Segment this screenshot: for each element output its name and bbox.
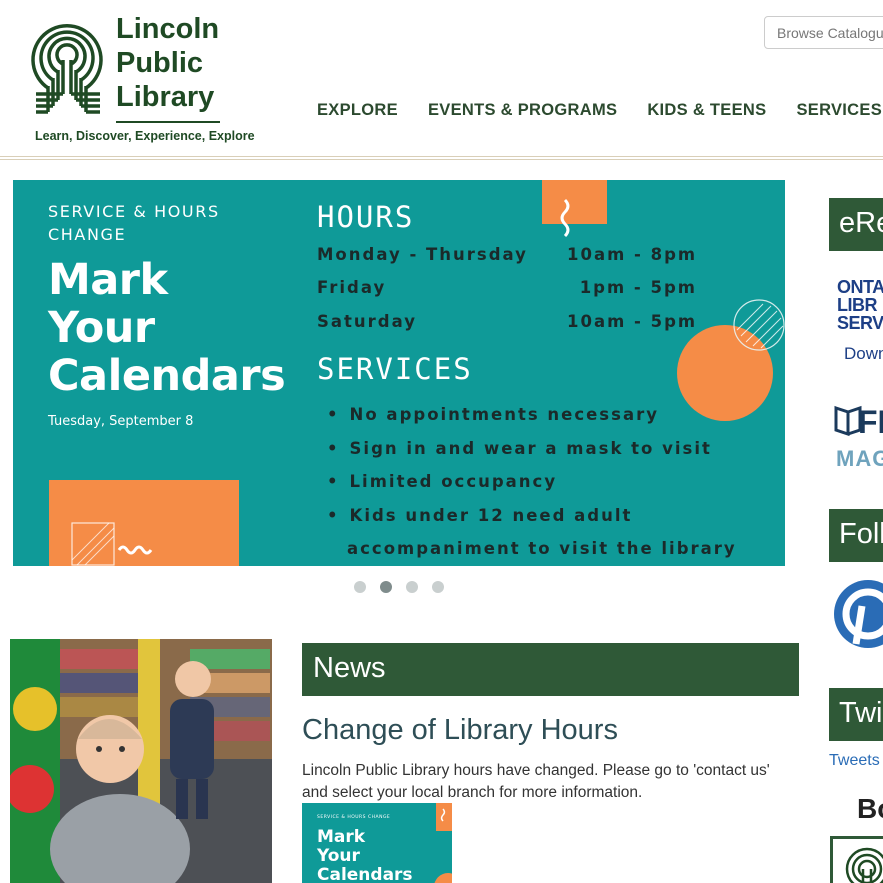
thumb-title-line-2: Your bbox=[317, 846, 360, 866]
news-heading: News bbox=[302, 643, 799, 696]
site-logo[interactable]: Lincoln Public Library Learn, Discover, … bbox=[28, 10, 268, 150]
slide-kicker: SERVICE & HOURS CHANGE bbox=[48, 200, 220, 246]
site-header: Lincoln Public Library Learn, Discover, … bbox=[0, 0, 883, 160]
hours-row: Friday 1pm - 5pm bbox=[317, 278, 695, 297]
library-logo-icon bbox=[31, 24, 103, 114]
service-item-continued: accompaniment to visit the library bbox=[347, 539, 737, 559]
sidebar-section-heading: Bo bbox=[857, 793, 883, 824]
logo-line-3: Library bbox=[116, 81, 215, 113]
hours-time: 10am - 5pm bbox=[567, 312, 698, 331]
hours-time: 10am - 8pm bbox=[567, 245, 698, 264]
hours-day: Friday bbox=[317, 278, 387, 297]
thumb-title: Mark Your Calendars bbox=[317, 828, 413, 883]
slide-title: Mark Your Calendars bbox=[48, 255, 286, 401]
nav-explore[interactable]: EXPLORE bbox=[317, 101, 398, 120]
thumb-title-line-1: Mark bbox=[317, 827, 366, 847]
ontario-line-3: SERV bbox=[837, 313, 883, 333]
service-item: No appointments necessary bbox=[327, 398, 737, 432]
kids-photo[interactable] bbox=[10, 639, 272, 883]
tweets-link[interactable]: Tweets bbox=[829, 752, 880, 770]
slide-kicker-line-2: CHANGE bbox=[48, 225, 127, 244]
sidebar-ereads-heading: eRe bbox=[829, 198, 883, 251]
ontario-library-service-logo[interactable]: ONTA LIBR SERV bbox=[837, 278, 883, 332]
service-item: Sign in and wear a mask to visit bbox=[327, 432, 737, 466]
slide-title-line-1: Mark bbox=[48, 255, 168, 305]
mag-label: MAG bbox=[836, 446, 883, 471]
catalogue-search-input[interactable] bbox=[764, 16, 883, 49]
sidebar-library-logo[interactable] bbox=[830, 836, 883, 883]
download-link[interactable]: Down bbox=[844, 344, 883, 364]
news-article-body: Lincoln Public Library hours have change… bbox=[302, 762, 770, 801]
carousel-pagination bbox=[354, 581, 458, 593]
main-nav: EXPLORE EVENTS & PROGRAMS KIDS & TEENS S… bbox=[317, 101, 883, 120]
sidebar-twitter-heading: Twi bbox=[829, 688, 883, 741]
slide-title-line-3: Calendars bbox=[48, 351, 286, 401]
logo-line-1: Lincoln bbox=[116, 13, 220, 45]
hours-day: Saturday bbox=[317, 312, 417, 331]
thumb-title-line-3: Calendars bbox=[317, 865, 413, 883]
carousel-dot-1[interactable] bbox=[354, 581, 366, 593]
logo-underline bbox=[116, 121, 220, 123]
carousel-dot-2[interactable] bbox=[380, 581, 392, 593]
logo-line-2: Public bbox=[116, 47, 204, 79]
slide-services-heading: SERVICES bbox=[317, 352, 473, 386]
hours-time: 1pm - 5pm bbox=[579, 278, 697, 297]
flipster-text: FI bbox=[858, 404, 883, 440]
slide-date: Tuesday, September 8 bbox=[48, 414, 194, 429]
service-item: Limited occupancy bbox=[327, 465, 737, 499]
children-at-library-image bbox=[10, 639, 272, 883]
news-article-title[interactable]: Change of Library Hours bbox=[302, 714, 618, 747]
hours-row: Monday - Thursday 10am - 8pm bbox=[317, 245, 695, 264]
carousel-dot-3[interactable] bbox=[406, 581, 418, 593]
slide-title-line-2: Your bbox=[48, 303, 155, 353]
logo-tagline: Learn, Discover, Experience, Explore bbox=[35, 129, 255, 143]
news-article-thumbnail[interactable]: SERVICE & HOURS CHANGE Mark Your Calenda… bbox=[302, 803, 452, 883]
header-divider bbox=[0, 156, 883, 160]
book-icon: FI bbox=[834, 404, 883, 440]
logo-wordmark: Lincoln Public Library bbox=[116, 12, 219, 114]
nav-events-programs[interactable]: EVENTS & PROGRAMS bbox=[428, 101, 617, 120]
nav-kids-teens[interactable]: KIDS & TEENS bbox=[647, 101, 766, 120]
slide-services-list: No appointments necessary Sign in and we… bbox=[327, 398, 737, 566]
hours-row: Saturday 10am - 5pm bbox=[317, 312, 695, 331]
flipster-logo[interactable]: FI bbox=[834, 400, 883, 445]
ontario-line-2: LIBR bbox=[837, 295, 877, 315]
sidebar-follow-heading: Foll bbox=[829, 509, 883, 562]
nav-services[interactable]: SERVICES bbox=[796, 101, 882, 120]
service-item: Kids under 12 need adult bbox=[327, 499, 737, 533]
slide-kicker-line-1: SERVICE & HOURS bbox=[48, 202, 220, 221]
thumb-kicker: SERVICE & HOURS CHANGE bbox=[317, 815, 391, 820]
carousel-dot-4[interactable] bbox=[432, 581, 444, 593]
library-logo-small-icon bbox=[845, 847, 883, 883]
pinterest-glyph-icon bbox=[842, 588, 883, 645]
carousel-slide[interactable]: SERVICE & HOURS CHANGE Mark Your Calenda… bbox=[13, 180, 785, 566]
pinterest-icon[interactable] bbox=[834, 580, 883, 648]
ontario-line-1: ONTA bbox=[837, 277, 883, 297]
slide-hours-heading: HOURS bbox=[317, 200, 415, 234]
hours-day: Monday - Thursday bbox=[317, 245, 528, 264]
